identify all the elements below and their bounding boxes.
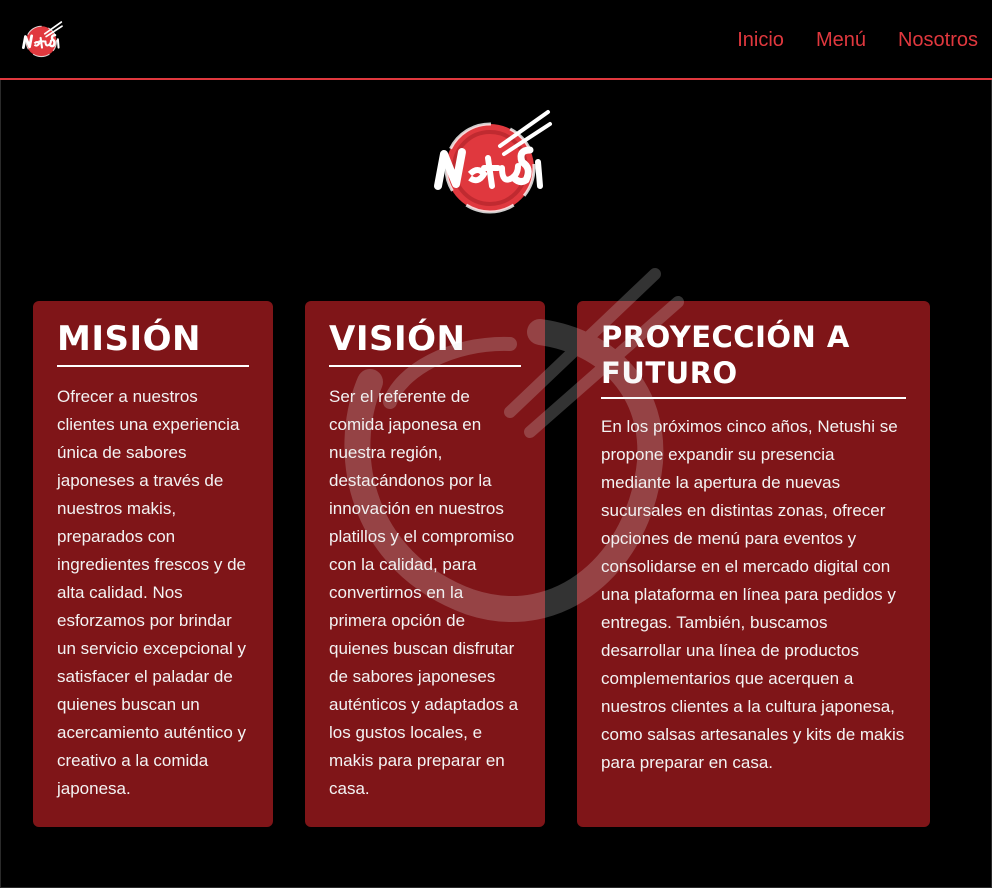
mision-title: MISIÓN [57, 319, 249, 367]
mision-text: Ofrecer a nuestros clientes una experien… [57, 387, 246, 798]
netushi-logo-icon [22, 21, 63, 58]
mision-card: MISIÓN Ofrecer a nuestros clientes una e… [33, 301, 273, 827]
nav-link-inicio[interactable]: Inicio [737, 28, 784, 52]
proyeccion-card: PROYECCIÓN A FUTURO En los próximos cinc… [577, 301, 930, 827]
proyeccion-title: PROYECCIÓN A FUTURO [601, 319, 906, 399]
vision-text: Ser el referente de comida japonesa en n… [329, 387, 519, 798]
netushi-logo-icon [434, 110, 552, 214]
vision-title: VISIÓN [329, 319, 521, 367]
nav-link-nosotros[interactable]: Nosotros [898, 28, 978, 52]
proyeccion-text: En los próximos cinco años, Netushi se p… [601, 417, 905, 772]
main-nav: Inicio Menú Nosotros [737, 28, 978, 52]
nav-link-menu[interactable]: Menú [816, 28, 866, 52]
vision-card: VISIÓN Ser el referente de comida japone… [305, 301, 545, 827]
site-header: Inicio Menú Nosotros [0, 0, 992, 80]
